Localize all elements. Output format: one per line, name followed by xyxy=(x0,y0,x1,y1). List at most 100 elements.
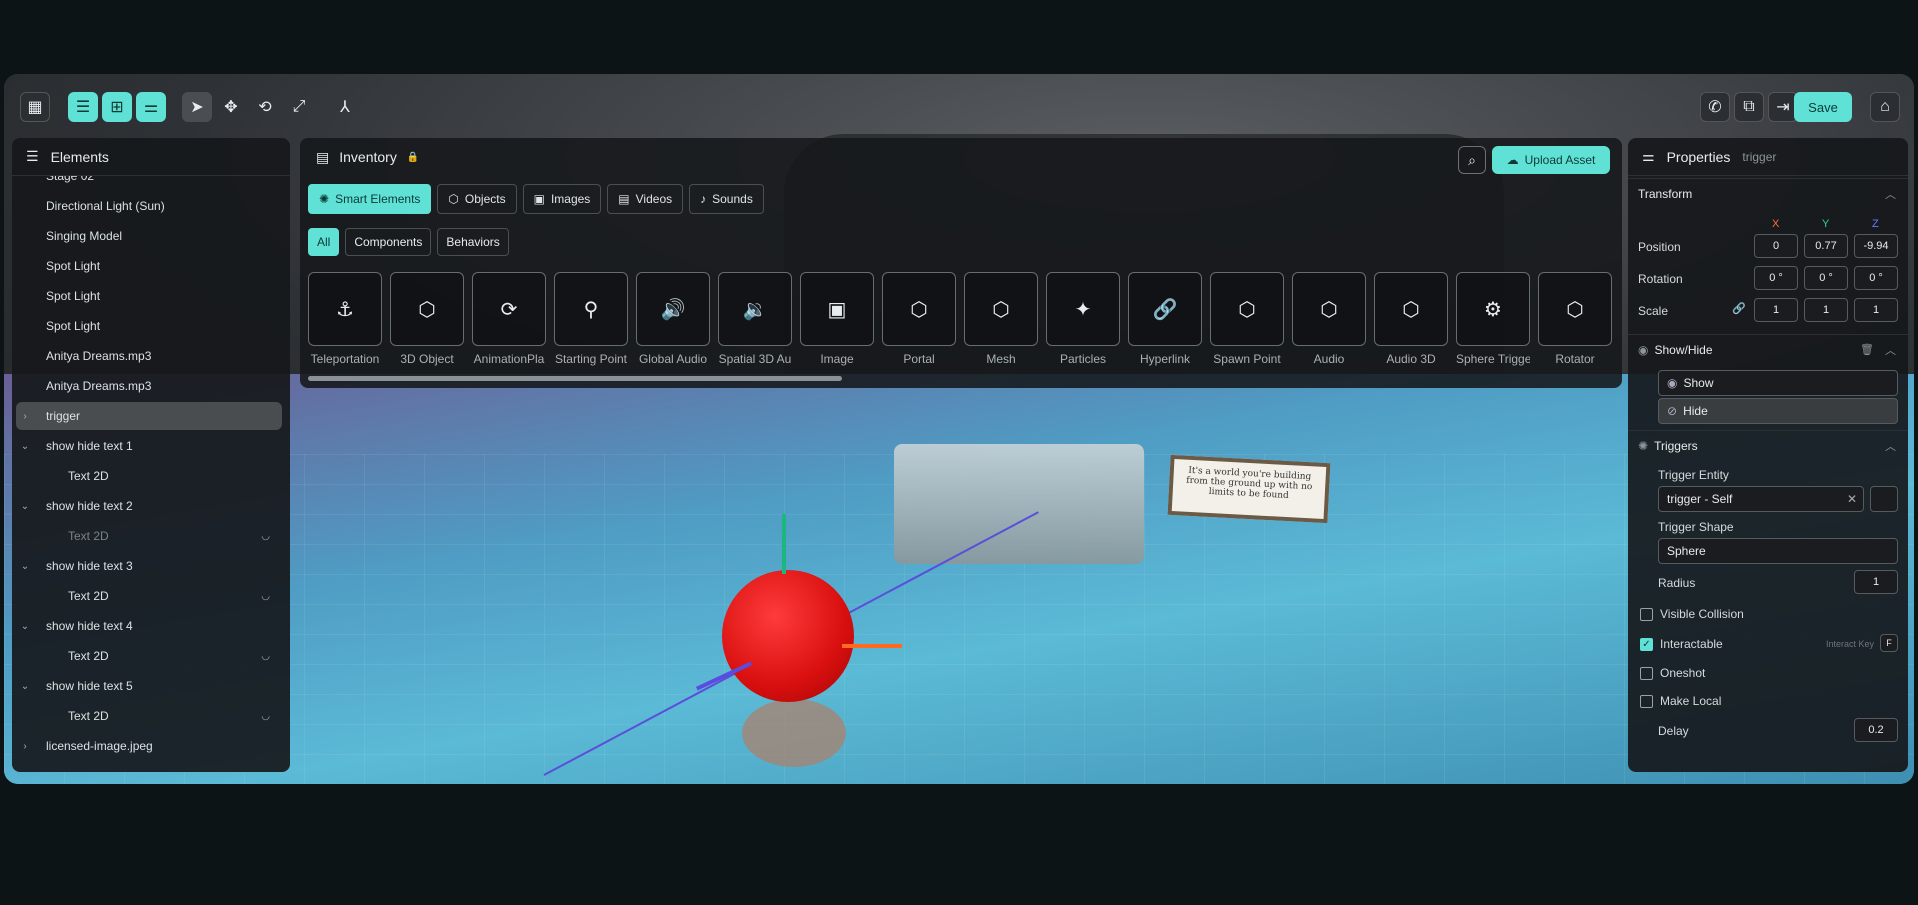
inventory-icon[interactable]: ⊞ xyxy=(102,92,132,122)
tree-item[interactable]: › licensed-image.jpeg xyxy=(16,732,282,760)
asset-card[interactable]: ⚙ Sphere Trigge xyxy=(1456,272,1530,372)
asset-card[interactable]: ⚓ Teleportation xyxy=(308,272,382,372)
asset-card[interactable]: ⬡ Mesh xyxy=(964,272,1038,372)
visible-collision-checkbox[interactable] xyxy=(1640,608,1653,621)
tab-sounds[interactable]: ♪ Sounds xyxy=(689,184,764,214)
tree-item[interactable]: Anitya Dreams.mp3 xyxy=(16,342,282,370)
showhide-section[interactable]: ◉ Show/Hide 🗑 ︿ xyxy=(1628,334,1908,364)
tree-item[interactable]: Singing Model xyxy=(16,222,282,250)
oneshot-checkbox[interactable] xyxy=(1640,667,1653,680)
filter-components[interactable]: Components xyxy=(345,228,432,256)
tree-item[interactable]: Text 2D xyxy=(16,462,282,490)
interactable-checkbox[interactable]: ✓ xyxy=(1640,638,1653,651)
properties-sliders-icon[interactable]: ⚌ xyxy=(136,92,166,122)
tab-objects[interactable]: ⬡ Objects xyxy=(437,184,517,214)
asset-card[interactable]: ⟳ AnimationPla xyxy=(472,272,546,372)
tree-item[interactable]: ⌄ show hide text 5 xyxy=(16,672,282,700)
tab-videos[interactable]: ▤ Videos xyxy=(607,184,684,214)
upload-asset-button[interactable]: ☁ Upload Asset xyxy=(1492,146,1610,174)
transform-section[interactable]: Transform ︿ xyxy=(1628,178,1908,208)
tree-item[interactable]: Anitya Dreams.mp3 xyxy=(16,372,282,400)
whatsapp-icon[interactable]: ✆ xyxy=(1700,92,1730,122)
tree-item[interactable]: ⌄ show hide text 2 xyxy=(16,492,282,520)
show-option[interactable]: ◉ Show xyxy=(1658,370,1898,396)
asset-card[interactable]: 🔊 Global Audio xyxy=(636,272,710,372)
scale-tool-icon[interactable]: ⤢ xyxy=(284,92,314,122)
tree-item[interactable]: Text 2D ◡ xyxy=(16,642,282,670)
asset-card[interactable]: 🔉 Spatial 3D Au xyxy=(718,272,792,372)
preview-icon[interactable]: ⧉ xyxy=(1734,92,1764,122)
chevron-down-icon[interactable]: ⌄ xyxy=(16,681,34,692)
asset-card[interactable]: ⬡ Rotator xyxy=(1538,272,1612,372)
tree-item[interactable]: Spot Light xyxy=(16,282,282,310)
hide-option[interactable]: ⊘ Hide xyxy=(1658,398,1898,424)
tree-item[interactable]: Text 2D ◡ xyxy=(16,702,282,730)
link-icon[interactable]: 🔗 xyxy=(1732,302,1746,315)
tree-item[interactable]: Stage 02 xyxy=(16,176,282,190)
asset-card[interactable]: ▣ Image xyxy=(800,272,874,372)
trigger-sphere[interactable] xyxy=(722,570,854,702)
position-x-input[interactable]: 0 xyxy=(1754,234,1798,258)
chevron-down-icon[interactable]: ⌄ xyxy=(16,441,34,452)
asset-card[interactable]: ⬡ 3D Object xyxy=(390,272,464,372)
visibility-icon[interactable]: ◡ xyxy=(261,591,270,602)
scale-z-input[interactable]: 1 xyxy=(1854,298,1898,322)
asset-card[interactable]: ⬡ Portal xyxy=(882,272,956,372)
apps-grid-icon[interactable]: ▦ xyxy=(20,92,50,122)
rotation-y-input[interactable]: 0 ° xyxy=(1804,266,1848,290)
asset-card[interactable]: ⚲ Starting Point xyxy=(554,272,628,372)
rotate-tool-icon[interactable]: ⟲ xyxy=(250,92,280,122)
menu-icon[interactable]: ☰ xyxy=(26,148,39,165)
stage-sign[interactable]: It's a world you're building from the gr… xyxy=(1167,454,1331,524)
chevron-down-icon[interactable]: ⌄ xyxy=(16,621,34,632)
chevron-up-icon[interactable]: ︿ xyxy=(1885,342,1896,358)
chevron-down-icon[interactable]: ⌄ xyxy=(16,501,34,512)
interact-key-input[interactable]: F xyxy=(1880,634,1898,652)
asset-card[interactable]: ⬡ Audio 3D xyxy=(1374,272,1448,372)
chevron-up-icon[interactable]: ︿ xyxy=(1885,438,1896,454)
tree-item[interactable]: Directional Light (Sun) xyxy=(16,192,282,220)
radius-input[interactable]: 1 xyxy=(1854,570,1898,594)
rotation-x-input[interactable]: 0 ° xyxy=(1754,266,1798,290)
tab-images[interactable]: ▣ Images xyxy=(522,184,602,214)
visibility-icon[interactable]: ◡ xyxy=(261,711,270,722)
tree-item[interactable]: ⌄ show hide text 4 xyxy=(16,612,282,640)
position-y-input[interactable]: 0.77 xyxy=(1804,234,1848,258)
lock-icon[interactable]: 🔒 xyxy=(407,152,419,163)
tree-item[interactable]: Text 2D ◡ xyxy=(16,522,282,550)
tab-smart-elements[interactable]: ✺ Smart Elements xyxy=(308,184,432,214)
tree-item[interactable]: Spot Light xyxy=(16,312,282,340)
visibility-icon[interactable]: ◡ xyxy=(261,651,270,662)
position-z-input[interactable]: -9.94 xyxy=(1854,234,1898,258)
asset-card[interactable]: ✦ Particles xyxy=(1046,272,1120,372)
gizmo-x-handle[interactable] xyxy=(842,644,902,648)
scale-x-input[interactable]: 1 xyxy=(1754,298,1798,322)
chevron-down-icon[interactable]: ⌄ xyxy=(16,561,34,572)
tree-item[interactable]: ⌄ show hide text 3 xyxy=(16,552,282,580)
rotation-z-input[interactable]: 0 ° xyxy=(1854,266,1898,290)
chevron-right-icon[interactable]: › xyxy=(16,411,34,422)
filter-all[interactable]: All xyxy=(308,228,340,256)
make-local-checkbox[interactable] xyxy=(1640,695,1653,708)
pivot-icon[interactable]: ⅄ xyxy=(330,92,360,122)
move-tool-icon[interactable]: ✥ xyxy=(216,92,246,122)
stage-platform[interactable] xyxy=(894,444,1144,564)
filter-behaviors[interactable]: Behaviors xyxy=(437,228,509,256)
chevron-right-icon[interactable]: › xyxy=(16,741,34,752)
elements-list-icon[interactable]: ☰ xyxy=(68,92,98,122)
scale-y-input[interactable]: 1 xyxy=(1804,298,1848,322)
asset-card[interactable]: ⬡ Spawn Point xyxy=(1210,272,1284,372)
inventory-scrollbar[interactable] xyxy=(308,376,842,381)
trigger-entity-select[interactable]: trigger - Self ✕ xyxy=(1658,486,1864,512)
home-icon[interactable]: ⌂ xyxy=(1870,92,1900,122)
tree-item[interactable]: Spot Light xyxy=(16,252,282,280)
tree-item[interactable]: ⌄ show hide text 1 xyxy=(16,432,282,460)
gizmo-y-handle[interactable] xyxy=(782,514,786,574)
entity-picker-button[interactable] xyxy=(1870,486,1898,512)
tree-item[interactable]: › trigger xyxy=(16,402,282,430)
save-button[interactable]: Save xyxy=(1794,92,1852,122)
delay-input[interactable]: 0.2 xyxy=(1854,718,1898,742)
select-tool-icon[interactable]: ➤ xyxy=(182,92,212,122)
trigger-shape-select[interactable]: Sphere xyxy=(1658,538,1898,564)
close-icon[interactable]: ✕ xyxy=(1847,492,1857,506)
